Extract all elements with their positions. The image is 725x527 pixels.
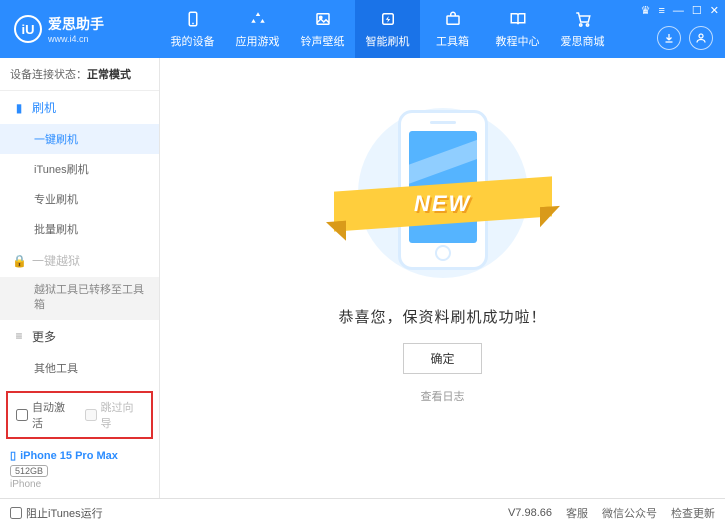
book-icon — [508, 9, 528, 29]
app-url: www.i4.cn — [48, 34, 104, 44]
ok-button[interactable]: 确定 — [403, 343, 481, 374]
checkbox-auto-activate[interactable]: 自动激活 — [16, 399, 75, 431]
menu-icon[interactable]: ≡ — [658, 5, 664, 17]
success-message: 恭喜您，保资料刷机成功啦！ — [338, 306, 546, 327]
sidebar-item-download-fw[interactable]: 下载固件 — [0, 383, 159, 387]
nav-tabs: 我的设备 应用游戏 铃声壁纸 智能刷机 工具箱 教程中心 爱思商城 — [160, 0, 615, 58]
more-icon: ≡ — [12, 329, 26, 343]
success-illustration: NEW — [348, 98, 538, 288]
tab-store[interactable]: 爱思商城 — [550, 0, 615, 58]
device-name[interactable]: ▯ iPhone 15 Pro Max — [10, 449, 149, 462]
tab-tutorials[interactable]: 教程中心 — [485, 0, 550, 58]
sidebar-item-jb-moved[interactable]: 越狱工具已转移至工具箱 — [0, 277, 159, 320]
sidebar-group-jailbreak: 🔒 一键越狱 — [0, 244, 159, 277]
main-content: NEW 恭喜您，保资料刷机成功啦！ 确定 查看日志 — [160, 58, 725, 498]
view-log-link[interactable]: 查看日志 — [421, 388, 465, 404]
sidebar-item-pro-flash[interactable]: 专业刷机 — [0, 184, 159, 214]
sidebar-item-other-tools[interactable]: 其他工具 — [0, 353, 159, 383]
device-info: ▯ iPhone 15 Pro Max 512GB iPhone — [0, 443, 159, 498]
lock-icon: 🔒 — [12, 254, 26, 268]
checkbox-block-itunes[interactable]: 阻止iTunes运行 — [10, 505, 103, 521]
close-icon[interactable]: ✕ — [710, 4, 719, 17]
link-service[interactable]: 客服 — [566, 505, 588, 521]
phone-icon — [183, 9, 203, 29]
logo-icon: iU — [14, 15, 42, 43]
sidebar-group-more[interactable]: ≡ 更多 — [0, 320, 159, 353]
sidebar-item-oneclick-flash[interactable]: 一键刷机 — [0, 124, 159, 154]
toolbox-icon — [443, 9, 463, 29]
tab-toolbox[interactable]: 工具箱 — [420, 0, 485, 58]
status-bar: 阻止iTunes运行 V7.98.66 客服 微信公众号 检查更新 — [0, 498, 725, 527]
giftbox-icon[interactable]: ♛ — [641, 4, 651, 17]
phone-small-icon: ▮ — [12, 101, 26, 115]
tab-ringtones[interactable]: 铃声壁纸 — [290, 0, 355, 58]
sidebar-item-batch-flash[interactable]: 批量刷机 — [0, 214, 159, 244]
maximize-icon[interactable]: ☐ — [692, 4, 702, 17]
image-icon — [313, 9, 333, 29]
link-wechat[interactable]: 微信公众号 — [602, 505, 657, 521]
tab-apps-games[interactable]: 应用游戏 — [225, 0, 290, 58]
app-title: 爱思助手 — [48, 14, 104, 34]
sidebar-item-itunes-flash[interactable]: iTunes刷机 — [0, 154, 159, 184]
device-status: 设备连接状态：正常模式 — [0, 58, 159, 91]
phone-tiny-icon: ▯ — [10, 449, 16, 462]
device-type: iPhone — [10, 479, 149, 490]
flash-icon — [378, 9, 398, 29]
minimize-icon[interactable]: — — [673, 5, 684, 17]
cart-icon — [573, 9, 593, 29]
tab-my-device[interactable]: 我的设备 — [160, 0, 225, 58]
user-button[interactable] — [689, 26, 713, 50]
app-header: iU 爱思助手 www.i4.cn 我的设备 应用游戏 铃声壁纸 智能刷机 工具… — [0, 0, 725, 58]
link-check-update[interactable]: 检查更新 — [671, 505, 715, 521]
sidebar-group-flash[interactable]: ▮ 刷机 — [0, 91, 159, 124]
logo-area: iU 爱思助手 www.i4.cn — [0, 14, 160, 44]
sidebar: 设备连接状态：正常模式 ▮ 刷机 一键刷机 iTunes刷机 专业刷机 批量刷机… — [0, 58, 160, 498]
window-controls: ♛ ≡ — ☐ ✕ — [641, 4, 719, 17]
tab-smart-flash[interactable]: 智能刷机 — [355, 0, 420, 58]
download-button[interactable] — [657, 26, 681, 50]
device-storage: 512GB — [10, 465, 48, 477]
apps-icon — [248, 9, 268, 29]
version-label: V7.98.66 — [508, 507, 552, 519]
highlight-options: 自动激活 跳过向导 — [6, 391, 153, 439]
checkbox-skip-guide[interactable]: 跳过向导 — [85, 399, 144, 431]
